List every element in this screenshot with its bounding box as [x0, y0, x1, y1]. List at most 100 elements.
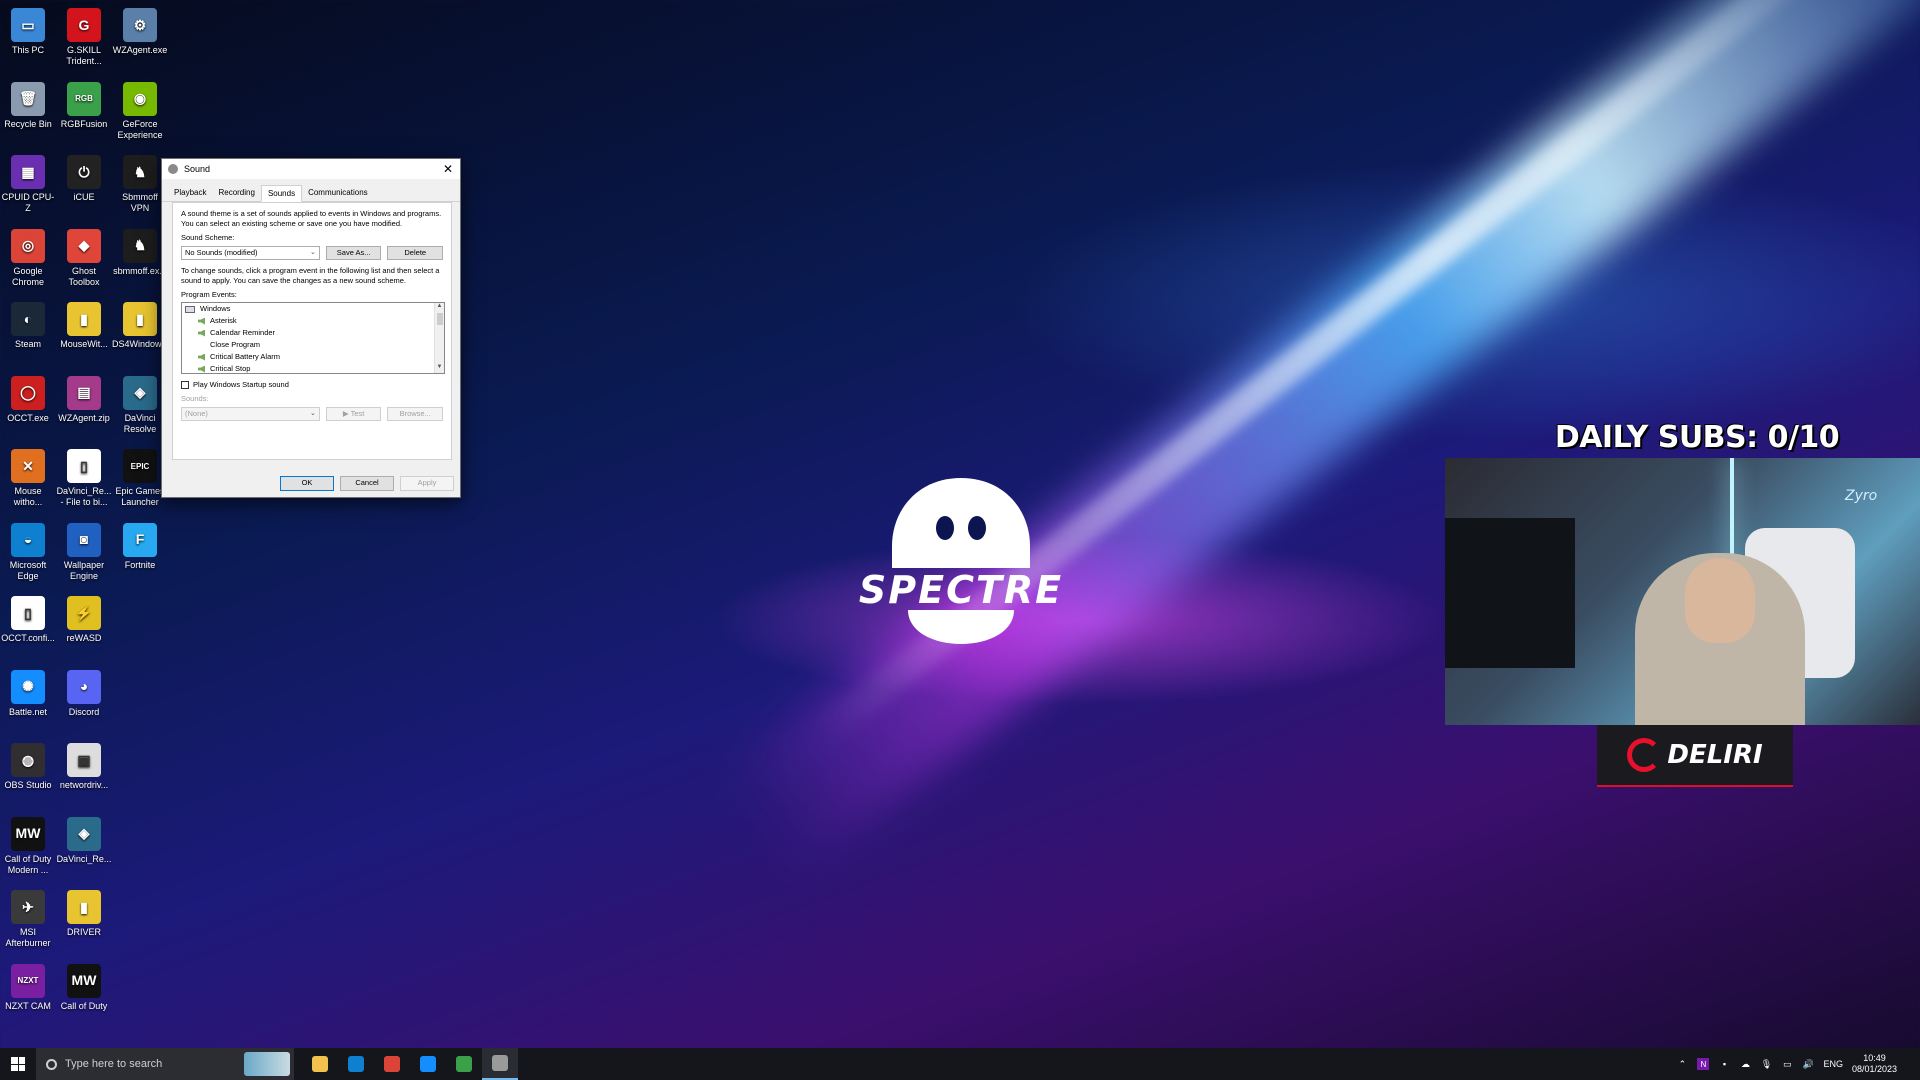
desktop-icon-wzagent-exe[interactable]: ⚙ WZAgent.exe — [112, 2, 168, 56]
language-indicator[interactable]: ENG — [1823, 1059, 1843, 1069]
desktop-icon-label: networdriv... — [59, 780, 109, 790]
events-scrollbar[interactable]: ▲ ▼ — [434, 303, 444, 373]
desktop-icon-google-chrome[interactable]: ◎ Google Chrome — [0, 223, 56, 288]
list-item-critical-stop[interactable]: Critical Stop — [182, 363, 444, 373]
desktop-icon-rewasd[interactable]: ⚡ reWASD — [56, 590, 112, 644]
startup-sound-checkbox[interactable]: Play Windows Startup sound — [181, 380, 443, 389]
desktop-icon-g-skill-trident[interactable]: G G.SKILL Trident... — [56, 2, 112, 67]
spectre-ghost-logo — [892, 478, 1030, 644]
desktop-icon-recycle-bin[interactable]: 🗑 Recycle Bin — [0, 76, 56, 130]
desktop-icon-fortnite[interactable]: F Fortnite — [112, 517, 168, 571]
checkbox-box[interactable] — [181, 380, 189, 389]
desktop-icon-this-pc[interactable]: ▭ This PC — [0, 2, 56, 56]
desktop-icon-rgbfusion[interactable]: RGB RGBFusion — [56, 76, 112, 130]
desktop-icon-wallpaper-engine[interactable]: ◙ Wallpaper Engine — [56, 517, 112, 582]
taskbar-pinned-apps — [302, 1048, 518, 1080]
desktop-icon-icue[interactable]: ⏻ iCUE — [56, 149, 112, 203]
scroll-down-icon[interactable]: ▼ — [435, 364, 444, 373]
taskbar-search-box[interactable]: Type here to search — [36, 1048, 294, 1080]
desktop-icon-cpuid-cpu-z[interactable]: ▦ CPUID CPU-Z — [0, 149, 56, 214]
scroll-up-icon[interactable]: ▲ — [435, 303, 444, 312]
list-item-windows[interactable]: Windows — [182, 303, 444, 315]
desktop-icon-geforce-experience[interactable]: ◉ GeForce Experience — [112, 76, 168, 141]
desktop-icon-driver[interactable]: ▮ DRIVER — [56, 884, 112, 938]
desktop-icon-networdriv[interactable]: ▣ networdriv... — [56, 737, 112, 791]
desktop-icon-nzxt-cam[interactable]: NZXT NZXT CAM — [0, 958, 56, 1012]
desktop-icon-davinci-resolve[interactable]: ◈ DaVinci Resolve — [112, 370, 168, 435]
list-item-close-program[interactable]: Close Program — [182, 339, 444, 351]
taskbar-app-nvidia-app[interactable] — [446, 1048, 482, 1080]
app-tray-icon[interactable]: ▪ — [1718, 1058, 1730, 1070]
list-item-label: Asterisk — [210, 316, 237, 325]
desktop-icon-davinci-re[interactable]: ◈ DaVinci_Re... — [56, 811, 112, 865]
tab-playback[interactable]: Playback — [168, 185, 212, 201]
app-icon: MW — [67, 963, 101, 998]
app-icon: ▯ — [11, 596, 45, 630]
desktop-icon-msi-afterburner[interactable]: ✈ MSI Afterburner — [0, 884, 56, 949]
desktop-icon-mouse-witho[interactable]: ✕ Mouse witho... — [0, 443, 56, 508]
streamer-name: DELIRI — [1667, 740, 1763, 770]
tab-sounds[interactable]: Sounds — [260, 185, 303, 202]
desktop-icon-battle-net[interactable]: ✺ Battle.net — [0, 664, 56, 718]
sounds-value: (None) — [185, 409, 208, 418]
chevron-up-icon[interactable]: ⌃ — [1676, 1058, 1688, 1070]
browse-button[interactable]: Browse... — [387, 407, 444, 421]
speaker-volume-icon[interactable]: 🔊 — [1802, 1058, 1814, 1070]
list-item-asterisk[interactable]: Asterisk — [182, 315, 444, 327]
chevron-down-icon: ⌄ — [310, 249, 316, 256]
taskbar-app-edge[interactable] — [338, 1048, 374, 1080]
desktop-icon-wzagent-zip[interactable]: ▤ WZAgent.zip — [56, 370, 112, 424]
desktop-icon-epic-games-launcher[interactable]: EPIC Epic Games Launcher — [112, 443, 168, 508]
sounds-select[interactable]: (None) ⌄ — [181, 407, 320, 421]
desktop-icon-grid: ▭ This PC G G.SKILL Trident... ⚙ WZAgent.exe 🗑… — [0, 0, 170, 1040]
apply-button[interactable]: Apply — [400, 476, 454, 491]
desktop-icon-occt-exe[interactable]: ◯ OCCT.exe — [0, 370, 56, 424]
save-as-button[interactable]: Save As... — [325, 246, 382, 260]
microphone-icon[interactable]: 🎙 — [1760, 1058, 1772, 1070]
app-icon: ◈ — [123, 375, 157, 410]
taskbar-app-chrome[interactable] — [374, 1048, 410, 1080]
scroll-thumb[interactable] — [437, 313, 443, 325]
list-item-calendar-reminder[interactable]: Calendar Reminder — [182, 327, 444, 339]
desktop-icon-mousewit[interactable]: ▮ MouseWit... — [56, 296, 112, 350]
desktop-icon-obs-studio[interactable]: ◍ OBS Studio — [0, 737, 56, 791]
desktop-icon-davinci-re-file-to-bi[interactable]: ▯ DaVinci_Re... - File to bi... — [56, 443, 112, 508]
tab-recording[interactable]: Recording — [212, 185, 260, 201]
list-item-critical-battery-alarm[interactable]: Critical Battery Alarm — [182, 351, 444, 363]
desktop-icon-sbmmoff-vpn[interactable]: ♞ Sbmmoff VPN — [112, 149, 168, 214]
close-button[interactable]: ✕ — [436, 159, 460, 179]
desktop-icon-steam[interactable]: ◐ Steam — [0, 296, 56, 350]
sound-scheme-select[interactable]: No Sounds (modified) ⌄ — [181, 246, 320, 260]
delete-button[interactable]: Delete — [387, 246, 444, 260]
list-item-label: Critical Stop — [210, 364, 251, 373]
onenote-tray-icon[interactable]: N — [1697, 1058, 1710, 1070]
taskbar-app-file-explorer[interactable] — [302, 1048, 338, 1080]
desktop-icon-sbmmoff-ex[interactable]: ♞ sbmmoff.ex... — [112, 223, 168, 277]
desktop-icon-call-of-duty[interactable]: MW Call of Duty — [56, 958, 112, 1012]
desktop-icon-occt-confi[interactable]: ▯ OCCT.confi... — [0, 590, 56, 644]
list-item-label: Critical Battery Alarm — [210, 352, 281, 361]
taskbar-clock[interactable]: 10:49 08/01/2023 — [1852, 1053, 1897, 1075]
network-icon[interactable]: ▭ — [1781, 1058, 1793, 1070]
onedrive-icon[interactable]: ☁ — [1739, 1058, 1751, 1070]
taskbar-app-sound[interactable] — [482, 1048, 518, 1080]
test-button[interactable]: ▶ Test — [325, 407, 382, 421]
desktop-icon-ds4window[interactable]: ▮ DS4Window... — [112, 296, 169, 350]
app-icon: ✈ — [11, 890, 45, 924]
desktop-icon-microsoft-edge[interactable]: ◒ Microsoft Edge — [0, 517, 56, 582]
program-events-list[interactable]: Windows Asterisk Calendar Reminder Close… — [181, 302, 445, 374]
desktop-icon-discord[interactable]: ◕ Discord — [56, 664, 112, 718]
taskbar-app-battle-net[interactable] — [410, 1048, 446, 1080]
app-icon: ⚡ — [67, 596, 101, 630]
desktop-icon-call-of-duty-modern[interactable]: MW Call of Duty Modern ... — [0, 811, 56, 876]
app-icon: ▭ — [11, 8, 45, 42]
close-icon: ✕ — [442, 162, 454, 176]
start-button[interactable] — [0, 1048, 36, 1080]
desktop-icon-ghost-toolbox[interactable]: ◆ Ghost Toolbox — [56, 223, 112, 288]
cancel-button[interactable]: Cancel — [340, 476, 394, 491]
ok-button[interactable]: OK — [280, 476, 334, 491]
tab-communications[interactable]: Communications — [302, 185, 374, 201]
dialog-titlebar[interactable]: Sound ✕ — [162, 159, 460, 179]
notification-icon[interactable] — [1906, 1058, 1910, 1070]
speaker-icon — [198, 353, 205, 361]
